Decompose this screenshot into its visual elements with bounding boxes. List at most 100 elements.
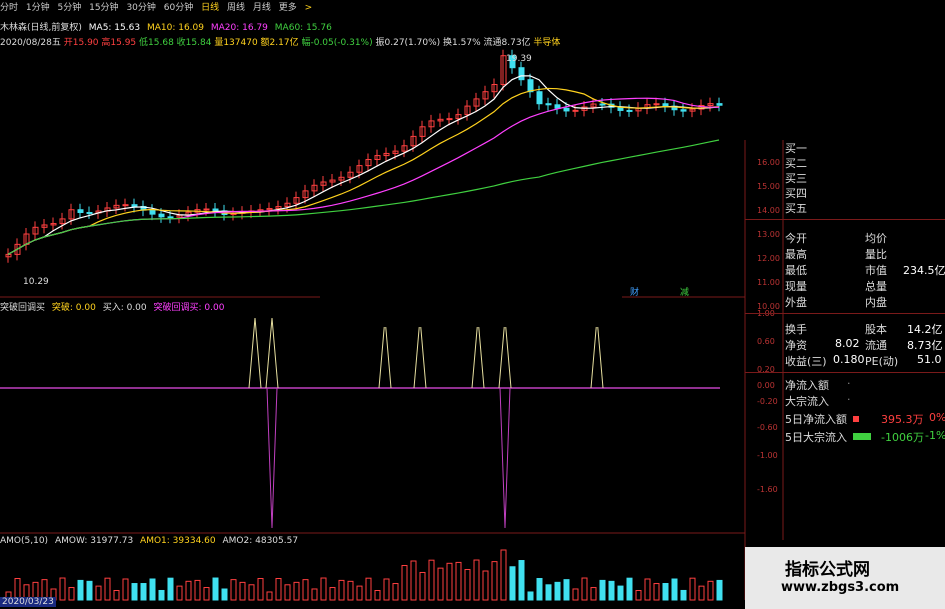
volume-bar <box>581 577 588 601</box>
volume-header: AMO(5,10) AMOW: 31977.73 AMO1: 39334.60 … <box>0 536 298 546</box>
volume-bar <box>86 580 93 601</box>
flow-5d-block-bar <box>853 433 871 440</box>
indicator-group <box>0 317 720 529</box>
volume-bar <box>554 581 561 601</box>
price-axis: 16.0015.0014.0013.0012.0011.0010.001.000… <box>757 158 780 494</box>
volume-bar <box>122 578 129 601</box>
volume-bar <box>284 584 291 601</box>
candle-body <box>446 118 453 121</box>
indicator-tick: -1.60 <box>757 485 778 494</box>
volume-bar <box>194 579 201 601</box>
candle-body <box>131 204 138 207</box>
volume-bar <box>437 567 444 601</box>
volume-bar <box>365 577 372 601</box>
candle-body <box>536 91 543 105</box>
volume-bar <box>221 588 228 601</box>
amow-label: AMOW: 31977.73 <box>54 536 134 546</box>
volume-bar <box>311 588 318 601</box>
volume-bar <box>158 589 165 601</box>
volume-bar <box>419 571 426 601</box>
volume-bar <box>59 577 66 601</box>
occlusion-box <box>320 280 622 327</box>
high-price-label: 19.39 <box>506 54 532 64</box>
volume-bar <box>113 589 120 601</box>
volume-bar <box>392 583 399 601</box>
bid-2: 买二 <box>785 157 807 170</box>
flow-block-label: 大宗流入 <box>785 395 829 408</box>
stat-totalvol-label: 总量 <box>865 280 887 293</box>
volume-bar <box>230 579 237 601</box>
watermark-cn: 指标公式网 <box>785 560 870 580</box>
indicator-tick: -0.20 <box>757 397 778 406</box>
volume-bar <box>203 587 210 601</box>
reduce-marker[interactable]: 减 <box>680 285 689 298</box>
indicator-s3: 突破回调买: 0.00 <box>153 303 225 313</box>
candle-body <box>716 103 723 106</box>
indicator-s2: 买入: 0.00 <box>102 303 147 313</box>
volume-bar <box>356 585 363 601</box>
volume-bar <box>95 585 102 601</box>
finance-marker[interactable]: 财 <box>630 285 639 298</box>
stat-nav-value: 8.02 <box>835 337 860 350</box>
volume-bar <box>671 578 678 601</box>
amo2-label: AMO2: 48305.57 <box>222 536 299 546</box>
divider <box>745 219 945 220</box>
stat-shares-label: 股本 <box>865 323 887 336</box>
flow-5d-net-pct: 0% <box>929 411 945 424</box>
ma5-line <box>7 75 720 255</box>
volume-bar <box>320 577 327 601</box>
candle-body <box>149 209 156 215</box>
volume-bar <box>239 581 246 601</box>
volume-bar <box>653 583 660 601</box>
watermark-url: www.zbgs3.com <box>781 580 900 595</box>
volume-group <box>5 549 723 601</box>
volume-bar <box>635 590 642 601</box>
flow-5d-block-pct: -1% <box>925 429 945 442</box>
price-tick: 15.00 <box>757 182 780 191</box>
signal-spike <box>265 317 279 389</box>
candle-body <box>680 109 687 112</box>
stat-float-label: 流通 <box>865 339 887 352</box>
signal-spike <box>498 317 512 389</box>
volume-bar <box>410 560 417 601</box>
flow-net-label: 净流入额 <box>785 379 829 392</box>
buy-spike <box>499 387 511 529</box>
indicator-tick: -1.00 <box>757 451 778 460</box>
volume-bar <box>626 577 633 601</box>
volume-bar <box>590 587 597 601</box>
volume-bar <box>716 579 723 601</box>
volume-bar <box>428 559 435 601</box>
buy-spike <box>266 387 278 529</box>
volume-bar <box>500 549 507 601</box>
stat-eps-label: 收益(三) <box>785 355 827 368</box>
volume-bar <box>617 585 624 601</box>
bid-4: 买四 <box>785 187 807 200</box>
price-tick: 14.00 <box>757 206 780 215</box>
volume-bar <box>482 570 489 601</box>
volume-bar <box>644 578 651 601</box>
indicator-tick: -0.60 <box>757 423 778 432</box>
volume-bar <box>545 584 552 601</box>
volume-bar <box>491 561 498 601</box>
volume-bar <box>266 591 273 601</box>
signal-spike <box>378 317 392 389</box>
ma20-line <box>7 97 720 255</box>
stat-pe-label: PE(动) <box>865 355 899 368</box>
volume-bar <box>464 569 471 601</box>
stat-shares-value: 14.2亿 <box>907 323 943 336</box>
amo1-label: AMO1: 39334.60 <box>140 536 216 546</box>
volume-bar <box>257 578 264 601</box>
volume-bar <box>662 583 669 601</box>
signal-spike <box>471 317 485 389</box>
signal-spike <box>590 317 604 389</box>
candle-body <box>626 109 633 112</box>
volume-bar <box>185 580 192 601</box>
volume-bar <box>572 588 579 601</box>
volume-bar <box>176 585 183 601</box>
candle-body <box>158 213 165 218</box>
volume-bar <box>149 578 156 601</box>
candle-body <box>122 204 129 207</box>
flow-5d-net-bar <box>853 416 859 422</box>
indicator-tick: 0.60 <box>757 337 775 346</box>
volume-bar <box>383 578 390 601</box>
